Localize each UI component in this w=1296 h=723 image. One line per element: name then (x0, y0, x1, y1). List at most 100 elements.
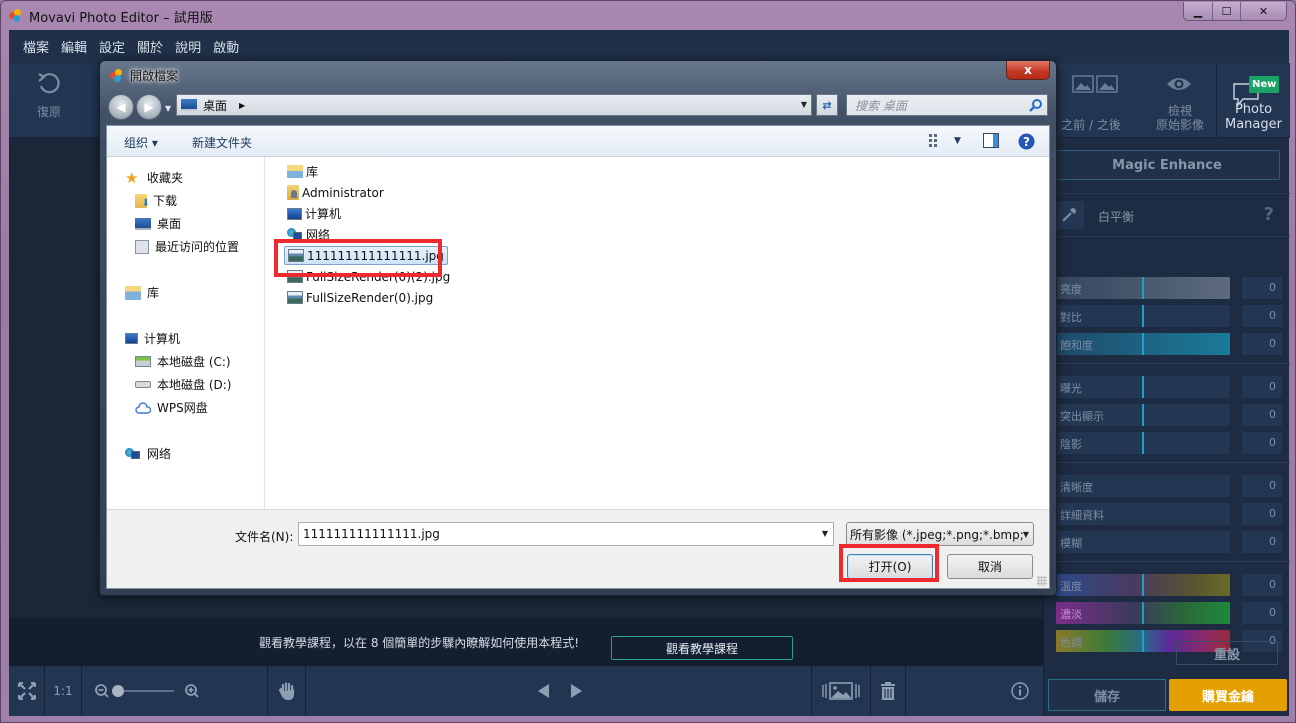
buy-key-button[interactable]: 購買金鑰 (1169, 679, 1287, 711)
adjustment-slider[interactable]: 溫度 (1056, 574, 1230, 596)
adjustment-slider[interactable]: 曝光 (1056, 376, 1230, 398)
slider-value-input[interactable]: 0 (1242, 531, 1282, 553)
cloud-icon (135, 401, 151, 414)
file-item[interactable]: 库 (284, 162, 321, 181)
address-location[interactable]: 桌面 (203, 97, 227, 114)
save-button[interactable]: 儲存 (1048, 679, 1166, 711)
cancel-button[interactable]: 取消 (947, 554, 1033, 579)
nav-favorites[interactable]: ★ 收藏夹 (125, 169, 183, 186)
slider-handle[interactable] (1142, 333, 1144, 355)
slider-value-input[interactable]: 0 (1242, 574, 1282, 596)
nav-recent-places[interactable]: 最近访问的位置 (135, 238, 239, 255)
forward-button[interactable]: ▶ (136, 94, 162, 120)
adjustment-slider[interactable]: 陰影 (1056, 432, 1230, 454)
zoom-slider[interactable] (112, 685, 174, 697)
adjustment-slider[interactable]: 對比 (1056, 305, 1230, 327)
nav-drive-c[interactable]: 本地磁盘 (C:) (135, 353, 231, 370)
photo-manager-button[interactable]: New Photo Manager (1216, 63, 1290, 138)
slider-handle[interactable] (1142, 432, 1144, 454)
slider-value-input[interactable]: 0 (1242, 503, 1282, 525)
slider-handle[interactable] (1142, 602, 1144, 624)
slider-value-input[interactable]: 0 (1242, 333, 1282, 355)
adjustment-slider[interactable]: 飽和度 (1056, 333, 1230, 355)
actual-size-button[interactable]: 1:1 (45, 666, 82, 716)
slider-value-input[interactable]: 0 (1242, 432, 1282, 454)
eyedropper-button[interactable] (1054, 201, 1084, 229)
pan-tool-button[interactable] (268, 666, 306, 716)
slider-handle[interactable] (1142, 376, 1144, 398)
undo-button[interactable]: 復原 (25, 71, 73, 129)
nav-desktop[interactable]: 桌面 (135, 215, 181, 232)
slider-value-input[interactable]: 0 (1242, 376, 1282, 398)
view-options-icon[interactable] (929, 133, 943, 147)
maximize-button[interactable]: ☐ (1212, 2, 1240, 20)
help-icon[interactable]: ? (1018, 133, 1035, 150)
file-item[interactable]: 计算机 (284, 204, 344, 223)
recent-locations-dropdown[interactable]: ▼ (165, 104, 171, 113)
adjustment-slider[interactable]: 突出顯示 (1056, 404, 1230, 426)
menu-edit[interactable]: 編輯 (55, 30, 93, 63)
zoom-slider-handle[interactable] (112, 685, 124, 697)
nav-libraries[interactable]: 库 (125, 284, 159, 301)
menu-file[interactable]: 檔案 (17, 30, 55, 63)
slider-handle[interactable] (1142, 305, 1144, 327)
address-dropdown-icon[interactable]: ▼ (801, 100, 807, 109)
nav-drive-d[interactable]: 本地磁盘 (D:) (135, 376, 231, 393)
view-dropdown-icon[interactable]: ▼ (954, 136, 961, 146)
search-icon[interactable] (1029, 98, 1043, 112)
file-item[interactable]: Administrator (284, 183, 387, 202)
refresh-button[interactable]: ⇄ (816, 94, 838, 116)
slider-handle[interactable] (1142, 277, 1144, 299)
adjustment-slider[interactable]: 亮度 (1056, 277, 1230, 299)
watch-tutorial-button[interactable]: 觀看教學課程 (611, 636, 793, 660)
dialog-close-button[interactable]: x (1006, 61, 1050, 80)
menu-about[interactable]: 關於 (131, 30, 169, 63)
slider-value-input[interactable]: 0 (1242, 305, 1282, 327)
previous-image-button[interactable] (529, 666, 559, 716)
file-item[interactable]: FullSizeRender(0).jpg (284, 288, 436, 307)
menu-help[interactable]: 說明 (169, 30, 207, 63)
preview-pane-icon[interactable] (983, 133, 999, 148)
menu-activate[interactable]: 啟動 (207, 30, 245, 63)
zoom-in-icon[interactable] (184, 683, 200, 699)
slider-handle[interactable] (1142, 630, 1144, 652)
slider-value-input[interactable]: 0 (1242, 602, 1282, 624)
nav-computer[interactable]: 计算机 (125, 330, 180, 347)
magic-enhance-button[interactable]: Magic Enhance (1054, 150, 1280, 180)
resize-grip[interactable] (1037, 576, 1047, 586)
adjustment-slider[interactable]: 模糊 (1056, 531, 1230, 553)
close-window-button[interactable]: ✕ (1240, 2, 1286, 20)
breadcrumb-arrow-icon[interactable]: ▶ (239, 101, 245, 110)
back-button[interactable]: ◀ (108, 94, 134, 120)
filename-dropdown-icon[interactable]: ▼ (822, 529, 828, 538)
fullscreen-button[interactable] (9, 666, 45, 716)
view-original-button[interactable]: 檢視 原始影像 (1140, 63, 1220, 138)
search-input[interactable]: 搜索 桌面 (846, 94, 1048, 116)
nav-wps-cloud[interactable]: WPS网盘 (135, 399, 208, 416)
slider-value-input[interactable]: 0 (1242, 277, 1282, 299)
filmstrip-button[interactable] (811, 666, 871, 716)
filename-input[interactable]: 111111111111111.jpg ▼ (298, 522, 834, 546)
organize-button[interactable]: 组织 ▾ (124, 134, 158, 151)
zoom-out-icon[interactable] (94, 683, 110, 699)
info-button[interactable] (1005, 666, 1035, 716)
before-after-button[interactable]: 之前 / 之後 (1050, 63, 1132, 138)
address-bar[interactable]: 桌面 ▶ ▼ (176, 94, 812, 116)
file-type-select[interactable]: 所有影像 (*.jpeg;*.png;*.bmp; ▼ (846, 522, 1034, 546)
nav-downloads[interactable]: ⬇ 下载 (135, 192, 177, 209)
adjustment-slider[interactable]: 濃淡 (1056, 602, 1230, 624)
minimize-button[interactable]: ▁ (1184, 2, 1212, 20)
slider-handle[interactable] (1142, 404, 1144, 426)
menu-settings[interactable]: 設定 (93, 30, 131, 63)
delete-button[interactable] (871, 666, 906, 716)
next-image-button[interactable] (561, 666, 591, 716)
slider-value-input[interactable]: 0 (1242, 475, 1282, 497)
reset-button[interactable]: 重設 (1176, 641, 1278, 665)
nav-network[interactable]: 网络 (125, 445, 171, 462)
slider-value-input[interactable]: 0 (1242, 404, 1282, 426)
adjustment-slider[interactable]: 詳細資料 (1056, 503, 1230, 525)
slider-handle[interactable] (1142, 574, 1144, 596)
adjustment-slider[interactable]: 清晰度 (1056, 475, 1230, 497)
help-icon[interactable]: ? (1264, 204, 1274, 225)
new-folder-button[interactable]: 新建文件夹 (192, 134, 252, 151)
